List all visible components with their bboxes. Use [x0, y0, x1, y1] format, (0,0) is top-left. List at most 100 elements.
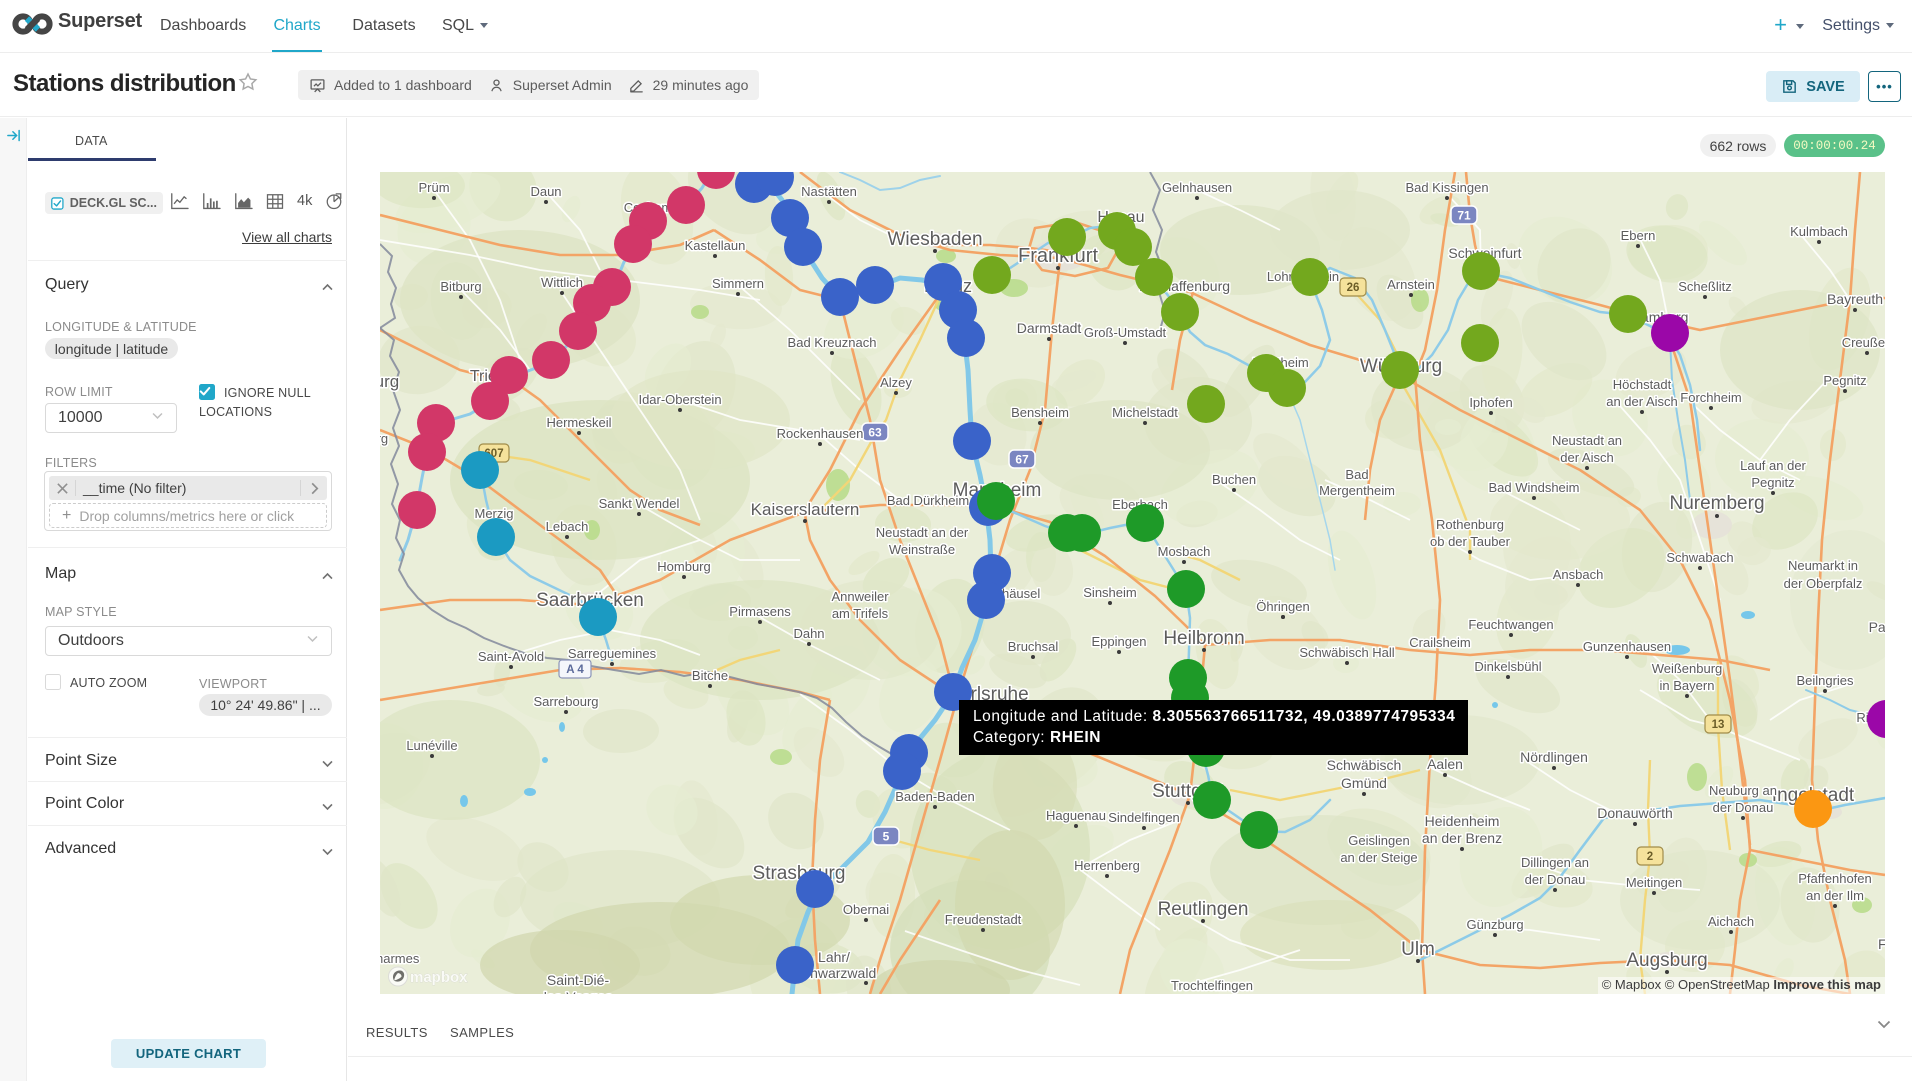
svg-text:Idar-Oberstein: Idar-Oberstein: [638, 392, 721, 407]
svg-text:Lunéville: Lunéville: [406, 738, 457, 753]
svg-text:Friedberg: Friedberg: [1878, 936, 1885, 952]
svg-text:ob der Tauber: ob der Tauber: [1430, 534, 1511, 549]
svg-text:Gunzenhausen: Gunzenhausen: [1583, 639, 1671, 654]
svg-text:an der Steige: an der Steige: [1340, 850, 1417, 865]
svg-text:Nastätten: Nastätten: [801, 184, 857, 199]
svg-text:Bad Kissingen: Bad Kissingen: [1405, 180, 1488, 195]
svg-text:mapbox: mapbox: [410, 969, 468, 986]
svg-text:Saint-Dié-: Saint-Dié-: [547, 972, 610, 988]
svg-text:Prüm: Prüm: [418, 180, 449, 195]
svg-text:Lebach: Lebach: [546, 519, 589, 534]
svg-text:Daun: Daun: [530, 184, 561, 199]
svg-text:26: 26: [1347, 282, 1360, 294]
svg-text:an der Ilm: an der Ilm: [1806, 888, 1864, 903]
svg-text:Dinkelsbühl: Dinkelsbühl: [1474, 659, 1541, 674]
svg-text:Bayreuth: Bayreuth: [1827, 291, 1883, 307]
svg-text:Charmes: Charmes: [380, 951, 420, 966]
svg-text:Bitburg: Bitburg: [440, 279, 481, 294]
svg-text:Ulm: Ulm: [1401, 939, 1435, 960]
svg-text:Kaiserslautern: Kaiserslautern: [751, 500, 860, 519]
svg-text:Meitingen: Meitingen: [1626, 875, 1682, 890]
svg-text:Beilngries: Beilngries: [1796, 673, 1854, 688]
svg-text:Pfaffenhofen: Pfaffenhofen: [1798, 871, 1872, 886]
svg-text:Luxembourg: Luxembourg: [380, 372, 399, 391]
svg-text:Aichach: Aichach: [1708, 914, 1754, 929]
svg-text:Bad Kreuznach: Bad Kreuznach: [788, 335, 877, 350]
svg-text:der Aisch: der Aisch: [1560, 450, 1613, 465]
svg-text:Bensheim: Bensheim: [1011, 405, 1069, 420]
svg-text:Wiesbaden: Wiesbaden: [887, 229, 982, 250]
svg-text:Gelnhausen: Gelnhausen: [1162, 180, 1232, 195]
svg-text:Sarreguemines: Sarreguemines: [568, 646, 657, 661]
svg-text:an der Brenz: an der Brenz: [1422, 830, 1502, 846]
svg-text:Gmünd: Gmünd: [1341, 775, 1387, 791]
svg-text:der Donau: der Donau: [1525, 872, 1586, 887]
svg-text:Lauf an der: Lauf an der: [1740, 458, 1806, 473]
svg-text:Dillingen an: Dillingen an: [1521, 855, 1589, 870]
svg-text:Mergentheim: Mergentheim: [1319, 483, 1395, 498]
svg-text:Kulmbach: Kulmbach: [1790, 224, 1848, 239]
svg-text:Lahr/: Lahr/: [818, 949, 850, 965]
svg-text:Donauwörth: Donauwörth: [1597, 805, 1673, 821]
svg-text:Sindelfingen: Sindelfingen: [1108, 810, 1180, 825]
svg-text:Schwabach: Schwabach: [1666, 550, 1733, 565]
svg-text:Michelstadt: Michelstadt: [1112, 405, 1178, 420]
svg-text:Sinsheim: Sinsheim: [1083, 585, 1136, 600]
svg-text:Herrenberg: Herrenberg: [1074, 858, 1140, 873]
svg-text:Homburg: Homburg: [657, 559, 710, 574]
svg-text:Alzey: Alzey: [880, 375, 912, 390]
svg-text:Bruchsal: Bruchsal: [1008, 639, 1059, 654]
svg-text:71: 71: [1457, 209, 1471, 223]
svg-text:Aalen: Aalen: [1427, 756, 1463, 772]
svg-text:Bad Windsheim: Bad Windsheim: [1488, 480, 1579, 495]
svg-text:Crailsheim: Crailsheim: [1409, 635, 1470, 650]
svg-text:Reutlingen: Reutlingen: [1158, 899, 1249, 920]
svg-text:Pegnitz: Pegnitz: [1823, 373, 1866, 388]
svg-text:Parsberg: Parsberg: [1869, 619, 1885, 635]
svg-text:Günzburg: Günzburg: [1466, 917, 1523, 932]
svg-text:Darmstadt: Darmstadt: [1017, 320, 1082, 336]
svg-text:Freudenstadt: Freudenstadt: [945, 912, 1022, 927]
svg-text:2: 2: [1647, 851, 1653, 863]
svg-text:Dahn: Dahn: [793, 626, 824, 641]
svg-text:Neustadt an der: Neustadt an der: [876, 525, 969, 540]
svg-text:Iphofen: Iphofen: [1469, 395, 1512, 410]
svg-text:Luxembourg: Luxembourg: [380, 431, 388, 446]
svg-text:Ansbach: Ansbach: [1553, 567, 1604, 582]
svg-text:der Donau: der Donau: [1713, 800, 1774, 815]
svg-text:Heilbronn: Heilbronn: [1163, 628, 1244, 649]
svg-text:am Trifels: am Trifels: [832, 606, 889, 621]
svg-text:Forchheim: Forchheim: [1680, 390, 1741, 405]
svg-text:Heidenheim: Heidenheim: [1425, 813, 1500, 829]
svg-text:Arnstein: Arnstein: [1387, 277, 1435, 292]
svg-text:Augsburg: Augsburg: [1626, 950, 1707, 971]
svg-text:Weißenburg: Weißenburg: [1652, 661, 1723, 676]
svg-text:Neuburg an: Neuburg an: [1709, 783, 1777, 798]
svg-text:Obernai: Obernai: [843, 902, 889, 917]
svg-text:Neumarkt in: Neumarkt in: [1788, 558, 1858, 573]
svg-text:63: 63: [868, 426, 882, 440]
svg-text:A 4: A 4: [566, 664, 584, 676]
svg-text:Eppingen: Eppingen: [1092, 634, 1147, 649]
svg-text:Buchen: Buchen: [1212, 472, 1256, 487]
svg-text:Schwäbisch Hall: Schwäbisch Hall: [1299, 645, 1394, 660]
svg-text:Scheßlitz: Scheßlitz: [1678, 279, 1731, 294]
svg-text:Nördlingen: Nördlingen: [1520, 749, 1588, 765]
svg-text:Feuchtwangen: Feuchtwangen: [1468, 617, 1553, 632]
svg-text:Sankt Wendel: Sankt Wendel: [599, 496, 680, 511]
svg-text:Baden-Baden: Baden-Baden: [895, 789, 975, 804]
svg-text:67: 67: [1015, 453, 1029, 467]
svg-text:Kastellaun: Kastellaun: [685, 238, 746, 253]
svg-text:Hermeskeil: Hermeskeil: [546, 415, 611, 430]
svg-text:Ebern: Ebern: [1621, 228, 1656, 243]
svg-text:Rockenhausen: Rockenhausen: [777, 426, 864, 441]
svg-text:Haguenau: Haguenau: [1046, 808, 1106, 823]
svg-text:der Oberpfalz: der Oberpfalz: [1784, 576, 1863, 591]
svg-text:Geislingen: Geislingen: [1348, 833, 1409, 848]
svg-text:5: 5: [883, 830, 890, 844]
svg-text:Wittlich: Wittlich: [541, 275, 583, 290]
svg-text:Schwäbisch: Schwäbisch: [1327, 757, 1402, 773]
svg-text:Neustadt an: Neustadt an: [1552, 433, 1622, 448]
svg-text:Groß-Umstadt: Groß-Umstadt: [1084, 325, 1167, 340]
svg-text:Bad: Bad: [1345, 467, 1368, 482]
